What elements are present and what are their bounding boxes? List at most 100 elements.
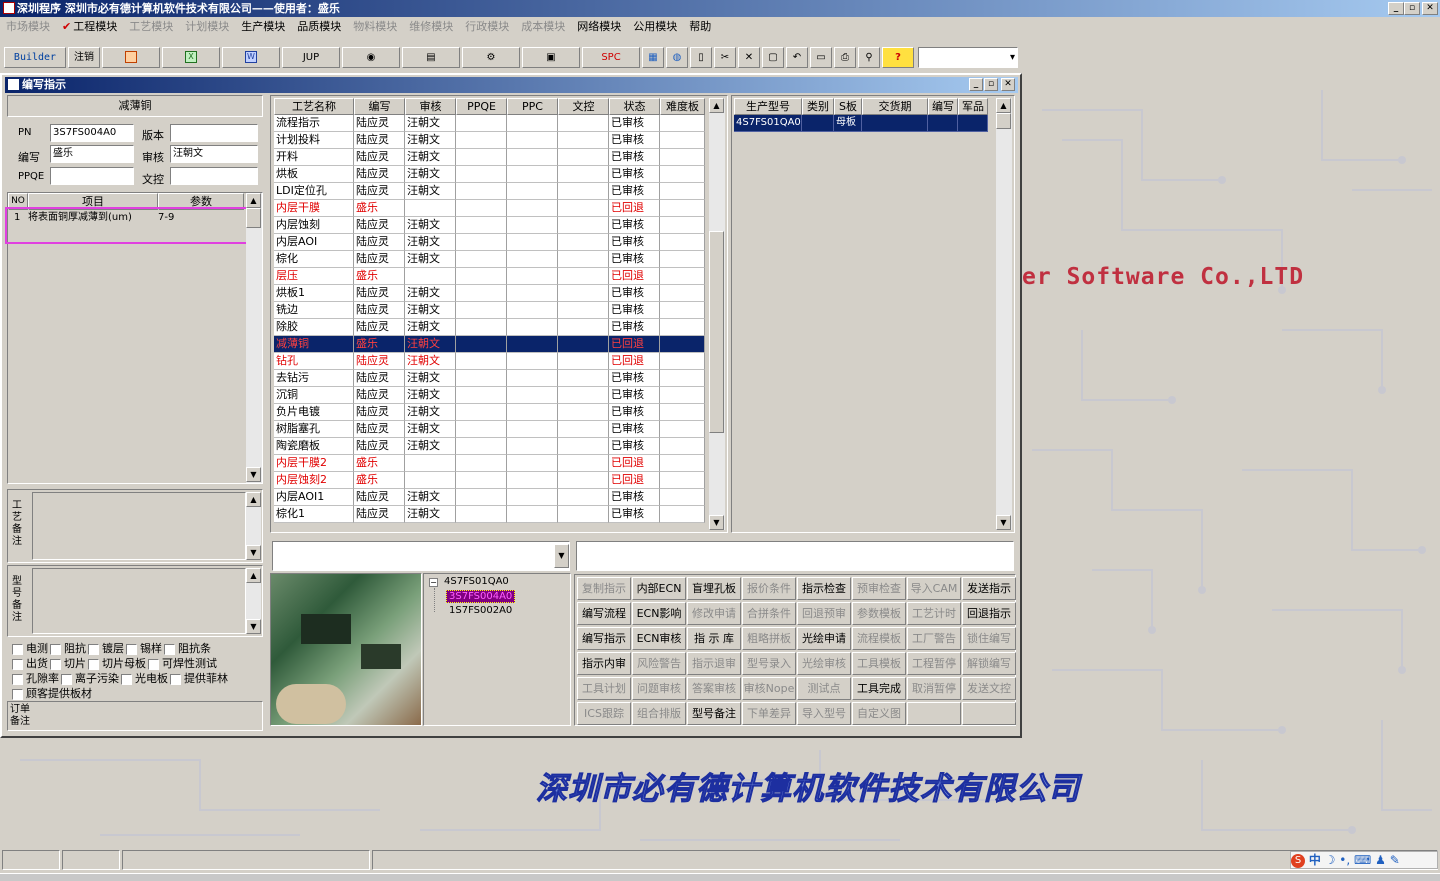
- menu-item[interactable]: 成本模块: [515, 17, 571, 36]
- process-grid-row[interactable]: 计划投料 陆应灵 汪朝文 已审核: [274, 132, 705, 149]
- model-grid-col[interactable]: 生产型号: [734, 98, 802, 115]
- checkbox-box[interactable]: [12, 673, 23, 685]
- command-button[interactable]: ICS跟踪: [577, 702, 631, 725]
- checkbox-box[interactable]: [164, 643, 175, 655]
- process-grid-row[interactable]: 树脂塞孔 陆应灵 汪朝文 已审核: [274, 421, 705, 438]
- command-button[interactable]: 预审检查: [852, 577, 906, 600]
- command-button[interactable]: 组合排版: [632, 702, 686, 725]
- command-button[interactable]: 工程暂停: [907, 652, 961, 675]
- scroll-up-arrow[interactable]: ▲: [246, 492, 261, 507]
- checkbox-box[interactable]: [50, 643, 61, 655]
- process-grid-row[interactable]: 负片电镀 陆应灵 汪朝文 已审核: [274, 404, 705, 421]
- tree-root[interactable]: 4S7FS01QA0: [444, 576, 509, 587]
- ime-mode[interactable]: 中: [1309, 853, 1321, 867]
- model-grid-row[interactable]: 4S7FS01QA0 母板: [734, 115, 988, 132]
- checkbox-box[interactable]: [88, 643, 99, 655]
- command-button[interactable]: 粗略拼板: [742, 627, 796, 650]
- process-combo[interactable]: ▼: [272, 541, 570, 571]
- command-button[interactable]: 回退预审: [797, 602, 851, 625]
- command-button[interactable]: 修改申请: [687, 602, 741, 625]
- network-icon[interactable]: ⚙: [462, 47, 520, 68]
- window-close-button[interactable]: ✕: [1001, 78, 1015, 91]
- command-button[interactable]: 工具模板: [852, 652, 906, 675]
- process-grid-row[interactable]: 棕化 陆应灵 汪朝文 已审核: [274, 251, 705, 268]
- find-icon[interactable]: ⚲: [858, 47, 880, 68]
- doc-control-field[interactable]: [170, 167, 258, 185]
- menu-item[interactable]: 物料模块: [347, 17, 403, 36]
- checkbox-box[interactable]: [88, 658, 99, 670]
- option-checkbox[interactable]: 光电板: [119, 672, 168, 685]
- command-button[interactable]: 复制指示: [577, 577, 631, 600]
- sogou-icon[interactable]: S: [1291, 853, 1305, 868]
- option-checkbox[interactable]: 切片: [48, 657, 86, 670]
- option-checkbox[interactable]: 离子污染: [59, 672, 119, 685]
- checkbox-box[interactable]: [50, 658, 61, 670]
- checkbox-box[interactable]: [170, 673, 181, 685]
- scroll-down-arrow[interactable]: ▼: [996, 515, 1011, 530]
- process-note-scrollbar[interactable]: ▲ ▼: [246, 492, 261, 560]
- command-button[interactable]: 风险警告: [632, 652, 686, 675]
- command-button[interactable]: 指示退审: [687, 652, 741, 675]
- jup-button[interactable]: JUP: [282, 47, 340, 68]
- word-icon[interactable]: W: [222, 47, 280, 68]
- scroll-thumb[interactable]: [709, 231, 724, 433]
- command-button[interactable]: 光绘申请: [797, 627, 851, 650]
- pn-field[interactable]: 3S7FS004A0: [50, 124, 134, 142]
- model-note-field[interactable]: [32, 568, 246, 634]
- option-checkbox[interactable]: 切片母板: [86, 657, 146, 670]
- command-button[interactable]: 参数模板: [852, 602, 906, 625]
- menu-item[interactable]: 帮助: [683, 17, 717, 36]
- process-grid-row[interactable]: 内层蚀刻2 盛乐 已回退: [274, 472, 705, 489]
- close-icon[interactable]: ✕: [738, 47, 760, 68]
- command-button[interactable]: [962, 702, 1016, 725]
- process-grid-row[interactable]: 内层蚀刻 陆应灵 汪朝文 已审核: [274, 217, 705, 234]
- command-button[interactable]: 工艺计时: [907, 602, 961, 625]
- process-grid-row[interactable]: LDI定位孔 陆应灵 汪朝文 已审核: [274, 183, 705, 200]
- process-grid-row[interactable]: 流程指示 陆应灵 汪朝文 已审核: [274, 115, 705, 132]
- process-grid-row[interactable]: 烘板1 陆应灵 汪朝文 已审核: [274, 285, 705, 302]
- preview-icon[interactable]: ▭: [810, 47, 832, 68]
- menu-item[interactable]: 网络模块: [571, 17, 627, 36]
- model-note-scrollbar[interactable]: ▲ ▼: [246, 568, 261, 634]
- checkbox-box[interactable]: [12, 658, 23, 670]
- chevron-down-icon[interactable]: ▼: [554, 544, 569, 568]
- new-file-icon[interactable]: ▯: [690, 47, 712, 68]
- command-button[interactable]: 流程模板: [852, 627, 906, 650]
- checkbox-box[interactable]: [126, 643, 137, 655]
- command-button[interactable]: 审核Nope: [742, 677, 796, 700]
- command-button[interactable]: 导入CAM: [907, 577, 961, 600]
- model-grid-scrollbar[interactable]: ▲ ▼: [996, 98, 1012, 530]
- spc-button[interactable]: SPC: [582, 47, 640, 68]
- option-checkbox[interactable]: 顾客提供板材: [10, 687, 92, 700]
- command-button[interactable]: 自定义图: [852, 702, 906, 725]
- menu-item[interactable]: 公用模块: [627, 17, 683, 36]
- checkbox-box[interactable]: [12, 688, 23, 700]
- menu-item[interactable]: 维修模块: [403, 17, 459, 36]
- option-checkbox[interactable]: 锡样: [124, 642, 162, 655]
- reviewer-field[interactable]: 汪朝文: [170, 145, 258, 163]
- process-grid-col[interactable]: 状态: [609, 98, 660, 115]
- process-grid-row[interactable]: 内层AOI 陆应灵 汪朝文 已审核: [274, 234, 705, 251]
- checkbox-box[interactable]: [12, 643, 23, 655]
- checkbox-box[interactable]: [148, 658, 159, 670]
- calculator-icon[interactable]: ▦: [642, 47, 664, 68]
- save-icon[interactable]: ▢: [762, 47, 784, 68]
- command-button[interactable]: ECN影响: [632, 602, 686, 625]
- process-grid-row[interactable]: 沉铜 陆应灵 汪朝文 已审核: [274, 387, 705, 404]
- excel-icon[interactable]: X: [162, 47, 220, 68]
- command-button[interactable]: 回退指示: [962, 602, 1016, 625]
- option-checkbox[interactable]: 阻抗条: [162, 642, 211, 655]
- command-button[interactable]: 型号备注: [687, 702, 741, 725]
- process-grid-row[interactable]: 钻孔 陆应灵 汪朝文 已回退: [274, 353, 705, 370]
- option-checkbox[interactable]: 镀层: [86, 642, 124, 655]
- command-button[interactable]: 发送指示: [962, 577, 1016, 600]
- process-grid-row[interactable]: 层压 盛乐 已回退: [274, 268, 705, 285]
- model-grid-col[interactable]: 类别: [802, 98, 834, 115]
- minimize-button[interactable]: _: [1388, 2, 1404, 15]
- command-button[interactable]: 内部ECN: [632, 577, 686, 600]
- process-grid-row[interactable]: 内层干膜2 盛乐 已回退: [274, 455, 705, 472]
- builder-button[interactable]: Builder: [4, 47, 66, 68]
- option-checkbox[interactable]: 孔隙率: [10, 672, 59, 685]
- command-button[interactable]: 工具计划: [577, 677, 631, 700]
- option-checkbox[interactable]: 电测: [10, 642, 48, 655]
